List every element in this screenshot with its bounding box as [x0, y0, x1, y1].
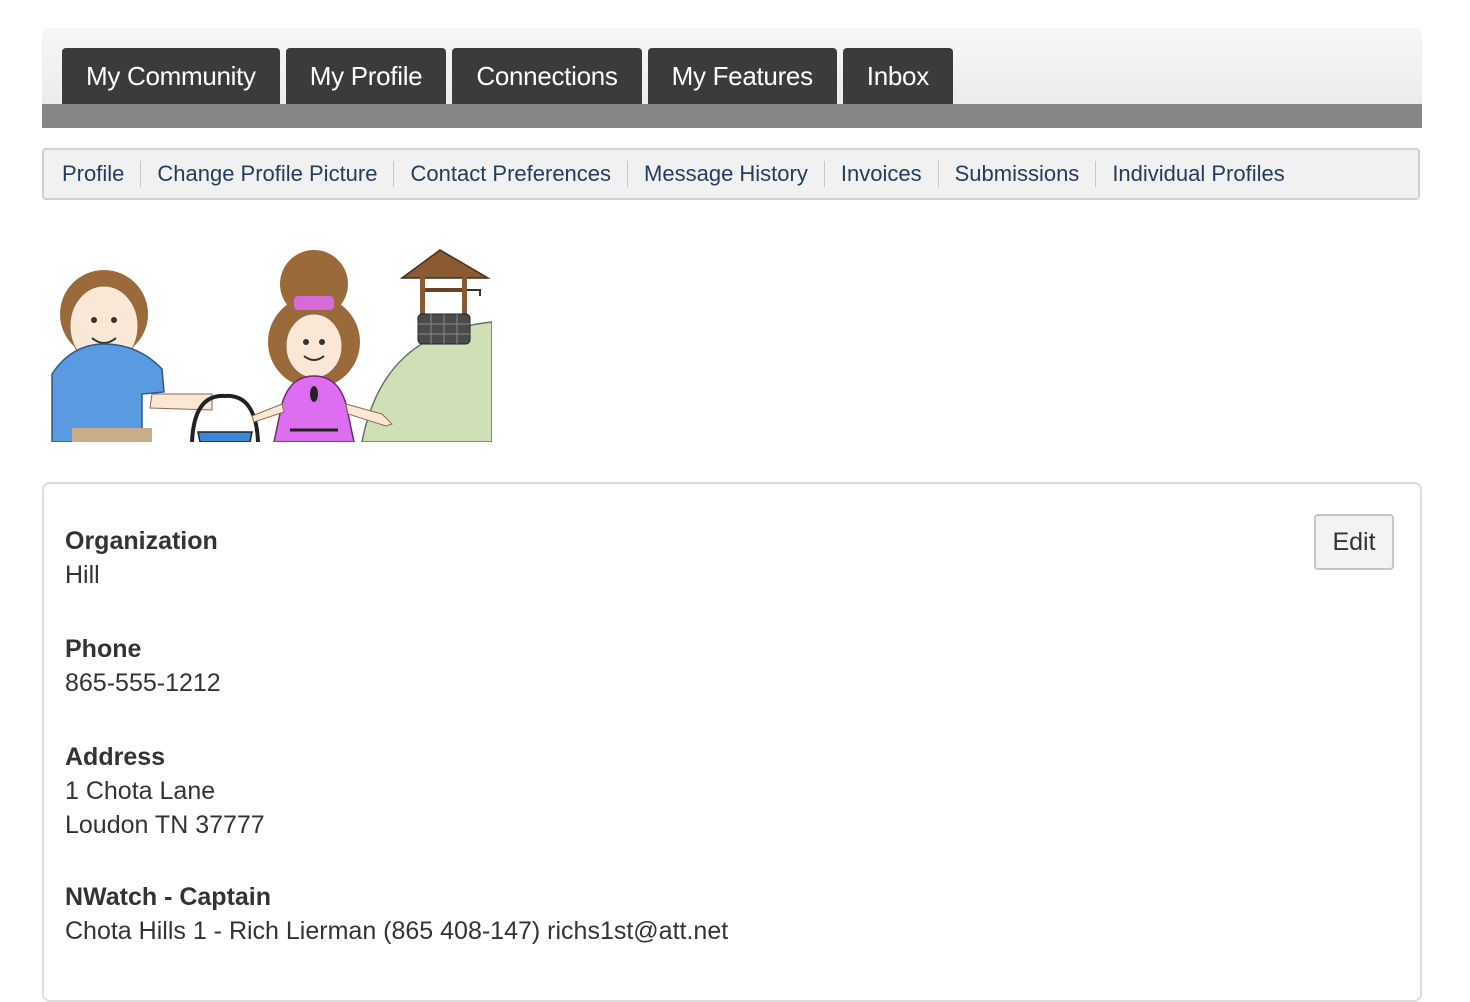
phone-label: Phone: [65, 635, 142, 663]
organization-label: Organization: [65, 527, 218, 555]
subnav-invoices[interactable]: Invoices: [825, 161, 939, 187]
subnav-submissions[interactable]: Submissions: [939, 161, 1097, 187]
profile-picture: [51, 249, 492, 442]
subnav-message-history[interactable]: Message History: [628, 161, 825, 187]
main-tabs: My Community My Profile Connections My F…: [62, 48, 953, 104]
organization-field: Organization Hill: [65, 524, 218, 592]
tab-my-profile[interactable]: My Profile: [285, 48, 447, 104]
nwatch-value: Chota Hills 1 - Rich Lierman (865 408-14…: [65, 917, 729, 945]
girl-illustration: [251, 250, 393, 442]
address-line2: Loudon TN 37777: [65, 811, 265, 839]
main-navigation: My Community My Profile Connections My F…: [42, 28, 1422, 128]
subnav-profile[interactable]: Profile: [46, 161, 142, 187]
subnav-change-profile-picture[interactable]: Change Profile Picture: [141, 161, 395, 187]
subnav-contact-preferences[interactable]: Contact Preferences: [394, 161, 629, 187]
phone-field: Phone 865-555-1212: [65, 632, 221, 700]
subnav-individual-profiles[interactable]: Individual Profiles: [1096, 161, 1300, 187]
edit-button[interactable]: Edit: [1314, 514, 1394, 570]
tab-my-community[interactable]: My Community: [62, 48, 280, 104]
bucket-illustration: [190, 393, 260, 442]
profile-subnav: Profile Change Profile Picture Contact P…: [42, 148, 1420, 200]
tab-connections[interactable]: Connections: [452, 48, 642, 104]
phone-value: 865-555-1212: [65, 669, 221, 697]
organization-value: Hill: [65, 561, 100, 589]
tab-inbox[interactable]: Inbox: [842, 48, 953, 104]
address-line1: 1 Chota Lane: [65, 777, 216, 805]
tab-my-features[interactable]: My Features: [647, 48, 837, 104]
address-label: Address: [65, 743, 166, 771]
profile-details-card: Edit Organization Hill Phone 865-555-121…: [42, 482, 1422, 1002]
nwatch-field: NWatch - Captain Chota Hills 1 - Rich Li…: [65, 880, 728, 948]
address-field: Address 1 Chota Lane Loudon TN 37777: [65, 740, 265, 842]
boy-illustration: [51, 270, 213, 442]
nav-strip: [42, 104, 1422, 128]
nwatch-label: NWatch - Captain: [65, 883, 272, 911]
